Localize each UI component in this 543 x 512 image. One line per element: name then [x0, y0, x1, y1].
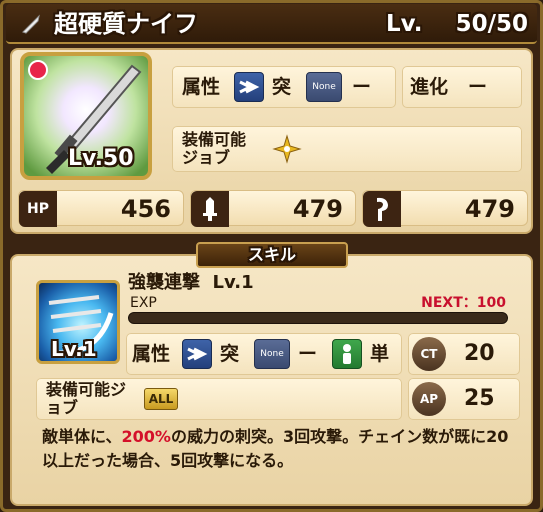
skill-attribute-label: 属性: [132, 343, 171, 365]
ap-value: 25: [464, 386, 495, 411]
portrait-level: Lv.50: [68, 146, 134, 171]
equip-job-label: 装備可能ジョブ: [182, 130, 247, 167]
evolution-label: 進化: [410, 76, 449, 98]
knife-icon: [22, 14, 40, 34]
attribute-type1: 突: [272, 76, 292, 98]
hp-value: 456: [120, 195, 171, 223]
attack-value: 479: [292, 195, 343, 223]
skill-section-title: スキル: [196, 242, 348, 268]
attribute-cell: 属性 突 None ー: [172, 66, 396, 108]
skill-equip-job-cell: 装備可能ジョブ ALL: [36, 378, 402, 420]
single-target-icon: [332, 339, 362, 369]
equip-job-cell: 装備可能ジョブ: [172, 126, 522, 172]
exp-label: EXP: [130, 295, 157, 311]
thrust-icon: [234, 72, 264, 102]
evolution-cell: 進化 ー: [402, 66, 522, 108]
skill-description: 敵単体に、200%の威力の刺突。3回攻撃。チェイン数が既に20以上だった場合、5…: [42, 427, 509, 470]
skill-attribute-type2: ー: [298, 343, 318, 365]
magic-icon: [363, 191, 401, 227]
damage-percent: 200%: [121, 427, 171, 446]
weapon-portrait: Lv.50: [20, 52, 152, 180]
skill-equip-job-label: 装備可能ジョブ: [46, 380, 127, 417]
magic-stat: 479: [362, 190, 528, 227]
hp-stat: HP 456: [18, 190, 184, 227]
evolution-value: ー: [468, 76, 488, 98]
none-icon: None: [306, 72, 342, 102]
hp-icon: HP: [19, 191, 57, 227]
skill-target: 単: [370, 343, 390, 365]
attribute-label: 属性: [182, 76, 221, 98]
ct-value: 20: [464, 341, 495, 366]
weapon-name: 超硬質ナイフ: [54, 10, 198, 38]
skill-attribute-type1: 突: [220, 343, 240, 365]
next-exp-label: NEXT：100: [421, 295, 506, 311]
magic-value: 479: [464, 195, 515, 223]
level-max: 50: [495, 11, 528, 37]
attack-stat: 479: [190, 190, 356, 227]
skill-icon-level: Lv.1: [51, 337, 97, 361]
all-jobs-badge: ALL: [144, 388, 178, 410]
ct-icon: CT: [412, 337, 446, 371]
title-bar: 超硬質ナイフ Lv. 50/ 50: [6, 4, 537, 44]
thrust-icon: [182, 339, 212, 369]
ct-cell: CT 20: [408, 333, 520, 375]
level-label: Lv.: [386, 11, 423, 37]
shuriken-icon: [272, 134, 302, 164]
level-current: 50/: [455, 11, 496, 37]
ap-cell: AP 25: [408, 378, 520, 420]
skill-attribute-cell: 属性 突 None ー 単: [126, 333, 402, 375]
none-icon: None: [254, 339, 290, 369]
ap-icon: AP: [412, 382, 446, 416]
skill-name: 強襲連撃 Lv.1: [128, 272, 254, 293]
attribute-type2: ー: [352, 76, 372, 98]
exp-bar: [128, 312, 508, 324]
skill-icon: Lv.1: [36, 280, 120, 364]
sword-icon: [191, 191, 229, 227]
